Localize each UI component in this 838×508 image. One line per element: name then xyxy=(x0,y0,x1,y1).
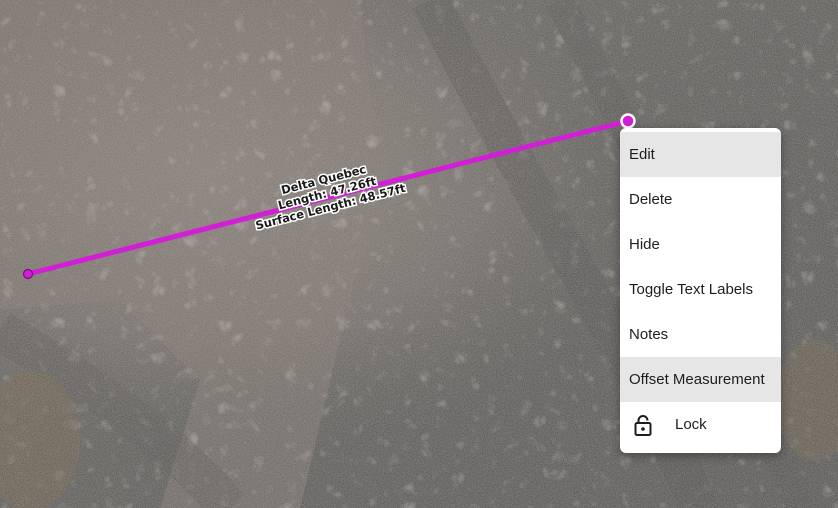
menu-item-label: Delete xyxy=(629,191,673,208)
measurement-start-point[interactable] xyxy=(22,268,34,280)
menu-item-label: Edit xyxy=(629,146,655,163)
menu-item-lock[interactable]: Lock xyxy=(620,402,781,447)
measurement-end-point[interactable] xyxy=(620,113,636,129)
menu-item-label: Offset Measurement xyxy=(629,371,765,388)
menu-item-label: Toggle Text Labels xyxy=(629,281,753,298)
menu-item-delete[interactable]: Delete xyxy=(620,177,781,222)
menu-item-toggle-text-labels[interactable]: Toggle Text Labels xyxy=(620,267,781,312)
menu-item-offset-measurement[interactable]: Offset Measurement xyxy=(620,357,781,402)
menu-item-label: Notes xyxy=(629,326,669,343)
menu-item-notes[interactable]: Notes xyxy=(620,312,781,357)
menu-item-hide[interactable]: Hide xyxy=(620,222,781,267)
measurement-context-menu: Edit Delete Hide Toggle Text Labels Note… xyxy=(620,128,781,453)
menu-item-label: Lock xyxy=(675,416,707,433)
measurement-labels: Delta Quebec Length: 47.26ft Surface Len… xyxy=(253,160,409,234)
menu-item-label: Hide xyxy=(629,236,660,253)
lock-icon xyxy=(631,413,655,437)
menu-item-edit[interactable]: Edit xyxy=(620,132,781,177)
